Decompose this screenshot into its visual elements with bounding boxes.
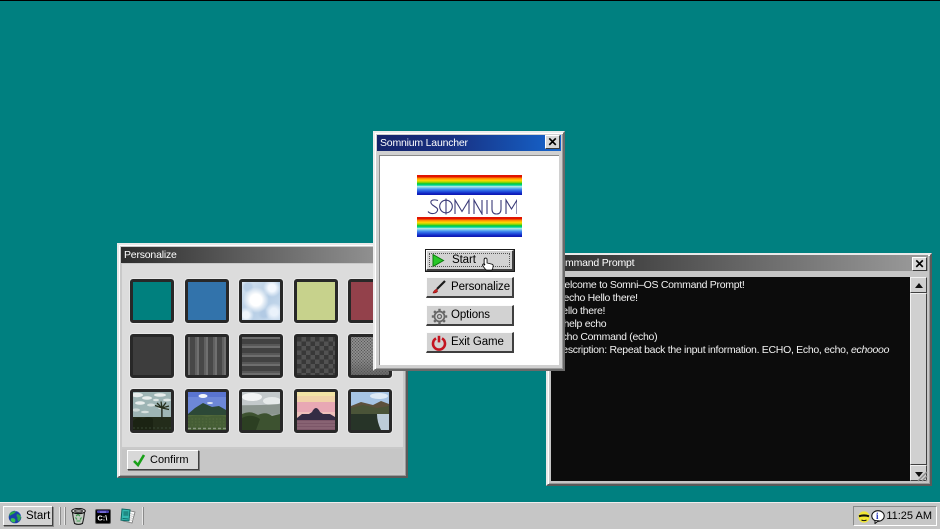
svg-text:C:\: C:\	[97, 514, 108, 523]
